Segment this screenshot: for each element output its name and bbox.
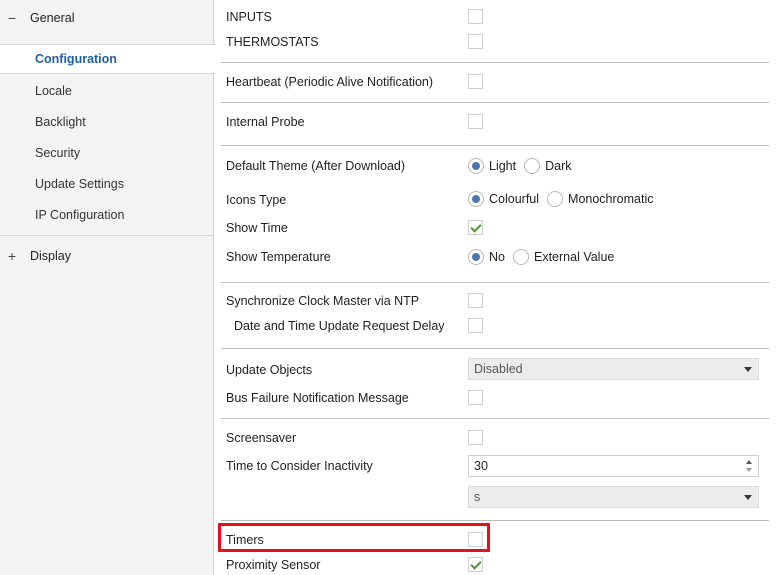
temperature-no-radio[interactable] — [468, 249, 484, 265]
theme-light-radio[interactable] — [468, 158, 484, 174]
temperature-external-label[interactable]: External Value — [534, 250, 614, 264]
icons-monochromatic-radio[interactable] — [547, 191, 564, 207]
icons-monochromatic-label[interactable]: Monochromatic — [568, 192, 653, 206]
proximity-label: Proximity Sensor — [226, 558, 321, 572]
section-divider — [221, 62, 769, 63]
icons-colourful-radio[interactable] — [468, 191, 484, 207]
date-time-delay-checkbox[interactable] — [468, 318, 483, 333]
thermostats-checkbox[interactable] — [468, 34, 483, 49]
show-temperature-radio-group: No External Value — [468, 247, 622, 267]
update-objects-value: Disabled — [474, 362, 523, 376]
screensaver-label: Screensaver — [226, 431, 297, 445]
update-objects-label: Update Objects — [226, 363, 313, 377]
default-theme-label: Default Theme (After Download) — [226, 159, 406, 173]
chevron-down-icon[interactable] — [744, 367, 752, 372]
theme-dark-label[interactable]: Dark — [545, 159, 571, 173]
inactivity-value: 30 — [474, 459, 488, 473]
spin-down-icon[interactable] — [746, 468, 752, 472]
sync-clock-checkbox[interactable] — [468, 293, 483, 308]
inactivity-spinner[interactable]: 30 — [468, 455, 759, 477]
inactivity-unit-dropdown[interactable]: s — [468, 486, 759, 508]
sidebar-item-label: Locale — [35, 84, 72, 98]
chevron-down-icon[interactable] — [744, 495, 752, 500]
tree-group-label: General — [30, 11, 75, 25]
sync-clock-label: Synchronize Clock Master via NTP — [226, 294, 420, 308]
show-time-checkbox[interactable] — [468, 220, 483, 235]
bus-failure-checkbox[interactable] — [468, 390, 483, 405]
sidebar-item-ip-configuration[interactable]: IP Configuration — [0, 200, 214, 230]
show-time-label: Show Time — [226, 221, 288, 235]
config-panel: INPUTS THERMOSTATS Heartbeat (Periodic A… — [215, 0, 778, 575]
sidebar-item-label: Update Settings — [35, 177, 124, 191]
theme-light-label[interactable]: Light — [489, 159, 516, 173]
inactivity-label: Time to Consider Inactivity — [226, 459, 373, 473]
sidebar-item-configuration[interactable]: Configuration — [0, 44, 215, 74]
tree-group-display[interactable]: + Display — [0, 241, 214, 271]
thermostats-label: THERMOSTATS — [226, 35, 319, 49]
heartbeat-label: Heartbeat (Periodic Alive Notification) — [226, 75, 434, 89]
icons-colourful-label[interactable]: Colourful — [489, 192, 539, 206]
sidebar-item-label: Backlight — [35, 115, 86, 129]
sidebar-item-backlight[interactable]: Backlight — [0, 107, 214, 137]
section-divider — [221, 418, 769, 419]
expand-icon[interactable]: + — [6, 248, 18, 264]
sidebar-item-security[interactable]: Security — [0, 138, 214, 168]
spin-up-icon[interactable] — [746, 460, 752, 464]
highlight-box — [218, 523, 490, 552]
tree-group-label: Display — [30, 249, 71, 263]
update-objects-dropdown[interactable]: Disabled — [468, 358, 759, 380]
screensaver-checkbox[interactable] — [468, 430, 483, 445]
sidebar-item-locale[interactable]: Locale — [0, 76, 214, 106]
inputs-label: INPUTS — [226, 10, 272, 24]
section-divider — [221, 102, 769, 103]
sidebar: − General Configuration Locale Backlight… — [0, 0, 215, 575]
show-temperature-label: Show Temperature — [226, 250, 331, 264]
section-divider — [221, 145, 769, 146]
heartbeat-checkbox[interactable] — [468, 74, 483, 89]
sidebar-divider — [0, 235, 214, 236]
section-divider — [221, 282, 769, 283]
icons-type-label: Icons Type — [226, 193, 287, 207]
section-divider — [221, 520, 769, 521]
sidebar-item-label: IP Configuration — [35, 208, 125, 222]
collapse-icon[interactable]: − — [6, 10, 18, 26]
date-time-delay-label: Date and Time Update Request Delay — [234, 319, 445, 333]
default-theme-radio-group: Light Dark — [468, 156, 580, 176]
sidebar-item-label: Security — [35, 146, 81, 160]
internal-probe-checkbox[interactable] — [468, 114, 483, 129]
inactivity-unit-value: s — [474, 490, 481, 504]
sidebar-item-update-settings[interactable]: Update Settings — [0, 169, 214, 199]
section-divider — [221, 348, 769, 349]
proximity-checkbox[interactable] — [468, 557, 483, 572]
temperature-external-radio[interactable] — [512, 249, 529, 265]
temperature-no-label[interactable]: No — [489, 250, 505, 264]
inputs-checkbox[interactable] — [468, 9, 483, 24]
bus-failure-label: Bus Failure Notification Message — [226, 391, 409, 405]
sidebar-item-label: Configuration — [35, 52, 117, 66]
theme-dark-radio[interactable] — [524, 158, 541, 174]
tree-group-general[interactable]: − General — [0, 3, 214, 33]
internal-probe-label: Internal Probe — [226, 115, 305, 129]
icons-type-radio-group: Colourful Monochromatic — [468, 189, 661, 209]
